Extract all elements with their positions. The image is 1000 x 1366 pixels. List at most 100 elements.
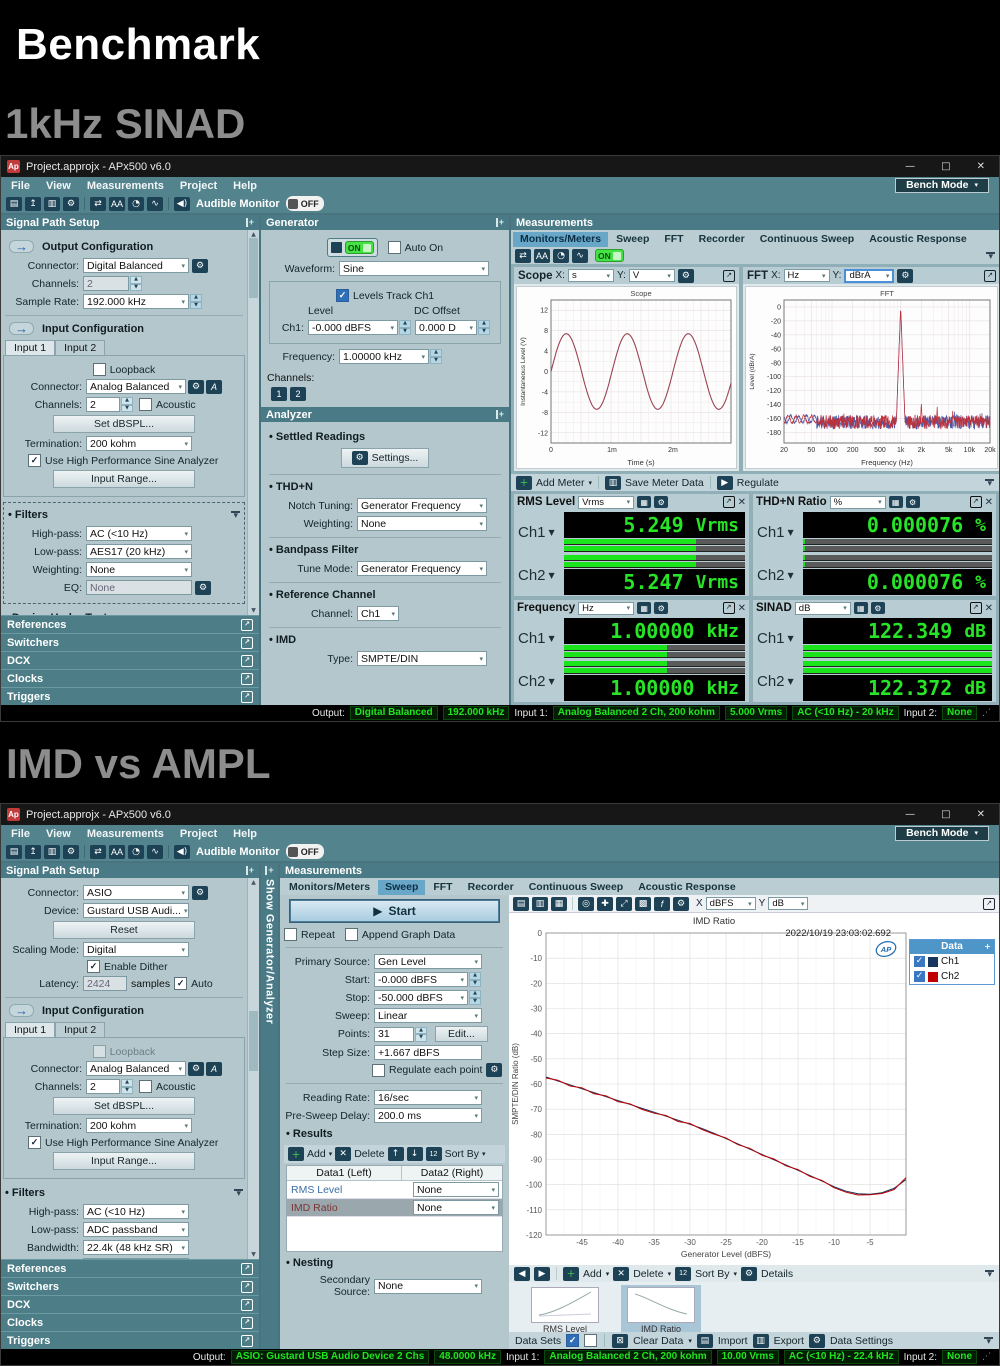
resize-grip[interactable]: ⋰ [982, 708, 991, 718]
input-connector-select[interactable]: Analog Balanced▾ [86, 379, 186, 394]
function-icon[interactable]: f [654, 897, 670, 911]
grid-icon[interactable]: ▩ [635, 897, 651, 911]
result-row-rms-level[interactable]: RMS Level None▾ [287, 1181, 502, 1199]
fft-y-unit-select[interactable]: dBrA▾ [844, 269, 894, 283]
scaling-mode-select[interactable]: Digital▾ [83, 942, 189, 957]
popout-icon[interactable]: ↗ [241, 1281, 253, 1293]
menu-measurements[interactable]: Measurements [87, 180, 164, 192]
audible-monitor-toggle[interactable]: OFF [286, 844, 324, 859]
enable-dither-checkbox[interactable]: Enable Dither [87, 960, 168, 973]
channels-stepper[interactable]: ▲▼ [130, 276, 142, 291]
naming-icon[interactable]: AA [534, 249, 550, 263]
menu-measurements[interactable]: Measurements [87, 828, 164, 840]
repeat-checkbox[interactable]: Repeat [284, 928, 335, 941]
sidebar-item-references[interactable]: References↗ [1, 1259, 259, 1277]
sidebar-item-references[interactable]: References↗ [1, 615, 259, 633]
meter-settings-icon[interactable]: ⚙ [654, 602, 668, 614]
tab-recorder[interactable]: Recorder [461, 880, 521, 895]
meter-settings-icon[interactable]: ⚙ [871, 602, 885, 614]
settings-gear-icon[interactable]: ⚙ [63, 845, 79, 859]
termination-select[interactable]: 200 kohm▾ [86, 1118, 192, 1133]
append-graph-data-checkbox[interactable]: Append Graph Data [345, 928, 455, 941]
frequency-stepper[interactable]: ▲▼ [430, 349, 442, 364]
details-button[interactable]: Details [761, 1268, 793, 1280]
move-down-icon[interactable]: ↓ [407, 1147, 423, 1161]
meter-display-icon[interactable]: ▦ [889, 496, 903, 508]
tab-continuous-sweep[interactable]: Continuous Sweep [522, 880, 631, 895]
input-connector-settings-icon[interactable]: ⚙ [188, 1062, 204, 1076]
meter-display-icon[interactable]: ▦ [854, 602, 868, 614]
connector-settings-icon[interactable]: ⚙ [192, 259, 208, 273]
transfer-icon[interactable]: ⇄ [90, 845, 106, 859]
channel-selector[interactable]: Ch1▼ [757, 618, 803, 658]
tab-input-2[interactable]: Input 2 [55, 340, 105, 355]
menu-file[interactable]: File [11, 180, 30, 192]
reference-channel-select[interactable]: Ch1▾ [357, 606, 399, 621]
add-meter-button[interactable]: Add Meter [536, 477, 584, 489]
pin-icon[interactable]: + [265, 866, 273, 875]
popout-icon[interactable]: ↗ [723, 602, 735, 614]
print-icon[interactable]: ▦ [551, 897, 567, 911]
channel-selector[interactable]: Ch1▼ [518, 512, 564, 552]
ch1-level-stepper[interactable]: ▲▼ [399, 320, 411, 335]
export-button[interactable]: Export [774, 1335, 804, 1347]
naming-icon[interactable]: AA [109, 197, 125, 211]
menu-help[interactable]: Help [233, 180, 257, 192]
points-stepper[interactable]: ▲▼ [415, 1027, 427, 1042]
sample-rate-select[interactable]: 192.000 kHz▾ [83, 294, 189, 309]
channel-2-button[interactable]: 2 [290, 387, 306, 401]
sidebar-item-switchers[interactable]: Switchers↗ [1, 1277, 259, 1295]
fft-chart[interactable]: FFT0-20-40-60-80-100-120-140-160-1802050… [745, 286, 998, 469]
set-dbspl-button[interactable]: Set dBSPL... [53, 1097, 195, 1115]
save-meter-data-button[interactable]: Save Meter Data [625, 477, 704, 489]
channel-1-button[interactable]: 1 [271, 387, 287, 401]
high-pass-select[interactable]: AC (<10 Hz)▾ [83, 1204, 189, 1219]
input-channels-stepper[interactable]: ▲▼ [121, 1079, 133, 1094]
bench-mode-button[interactable]: Bench Mode▾ [895, 826, 989, 841]
open-project-icon[interactable]: ↥ [25, 845, 41, 859]
pin-icon[interactable]: + [246, 218, 254, 227]
sidebar-item-dcx[interactable]: DCX↗ [1, 651, 259, 669]
sweep-start-stepper[interactable]: ▲▼ [469, 972, 481, 987]
points-input[interactable]: 31 [374, 1027, 414, 1042]
signal-icon[interactable]: ∿ [572, 249, 588, 263]
sort-by-button[interactable]: Sort By [695, 1268, 729, 1280]
popout-icon[interactable]: ↗ [983, 898, 995, 910]
sample-rate-stepper[interactable]: ▲▼ [190, 294, 202, 309]
graph-y-unit-select[interactable]: dB▾ [768, 897, 808, 910]
menu-view[interactable]: View [46, 828, 71, 840]
tab-recorder[interactable]: Recorder [692, 232, 752, 247]
signal-icon[interactable]: ∿ [147, 197, 163, 211]
pan-icon[interactable]: ✚ [597, 897, 613, 911]
fft-x-unit-select[interactable]: Hz▾ [784, 269, 830, 282]
menu-view[interactable]: View [46, 180, 71, 192]
regulate-settings-icon[interactable]: ⚙ [486, 1063, 502, 1077]
save-icon[interactable]: ▥ [44, 197, 60, 211]
menu-project[interactable]: Project [180, 828, 217, 840]
high-pass-select[interactable]: AC (<10 Hz)▾ [86, 526, 192, 541]
close-button[interactable]: ✕ [977, 809, 985, 820]
primary-source-select[interactable]: Gen Level▾ [374, 954, 482, 969]
device-select[interactable]: Gustard USB Audi...▾ [83, 903, 189, 918]
input-autoscale-icon[interactable]: A [206, 1062, 222, 1076]
input-range-button[interactable]: Input Range... [53, 470, 195, 488]
popout-icon[interactable]: ↗ [241, 637, 253, 649]
thumbnail-rms-level[interactable]: RMS Level [525, 1285, 605, 1337]
collapse-pin-icon[interactable]: ▾ [986, 252, 995, 260]
clock-icon[interactable]: ◔ [128, 197, 144, 211]
meter-unit-select[interactable]: Vrms▾ [578, 496, 634, 509]
eq-input[interactable]: None [86, 580, 192, 595]
connector-settings-icon[interactable]: ⚙ [192, 886, 208, 900]
channel-selector[interactable]: Ch2▼ [518, 555, 564, 595]
scope-chart[interactable]: Scope12840-4-8-1201m2mTime (s)Instantane… [516, 286, 737, 469]
close-button[interactable]: ✕ [977, 161, 985, 172]
analyzer-weighting-select[interactable]: None▾ [357, 516, 487, 531]
naming-icon[interactable]: AA [109, 845, 125, 859]
collapse-pin-icon[interactable]: ▾ [985, 479, 994, 487]
start-button[interactable]: ▶Start [290, 900, 499, 922]
sweep-start-select[interactable]: -0.000 dBFS▾ [374, 972, 468, 987]
delete-result-button[interactable]: Delete [354, 1148, 384, 1160]
meter-display-icon[interactable]: ▦ [637, 496, 651, 508]
tab-input-2[interactable]: Input 2 [55, 1022, 105, 1037]
dataset-checkbox-checked[interactable] [566, 1334, 579, 1347]
